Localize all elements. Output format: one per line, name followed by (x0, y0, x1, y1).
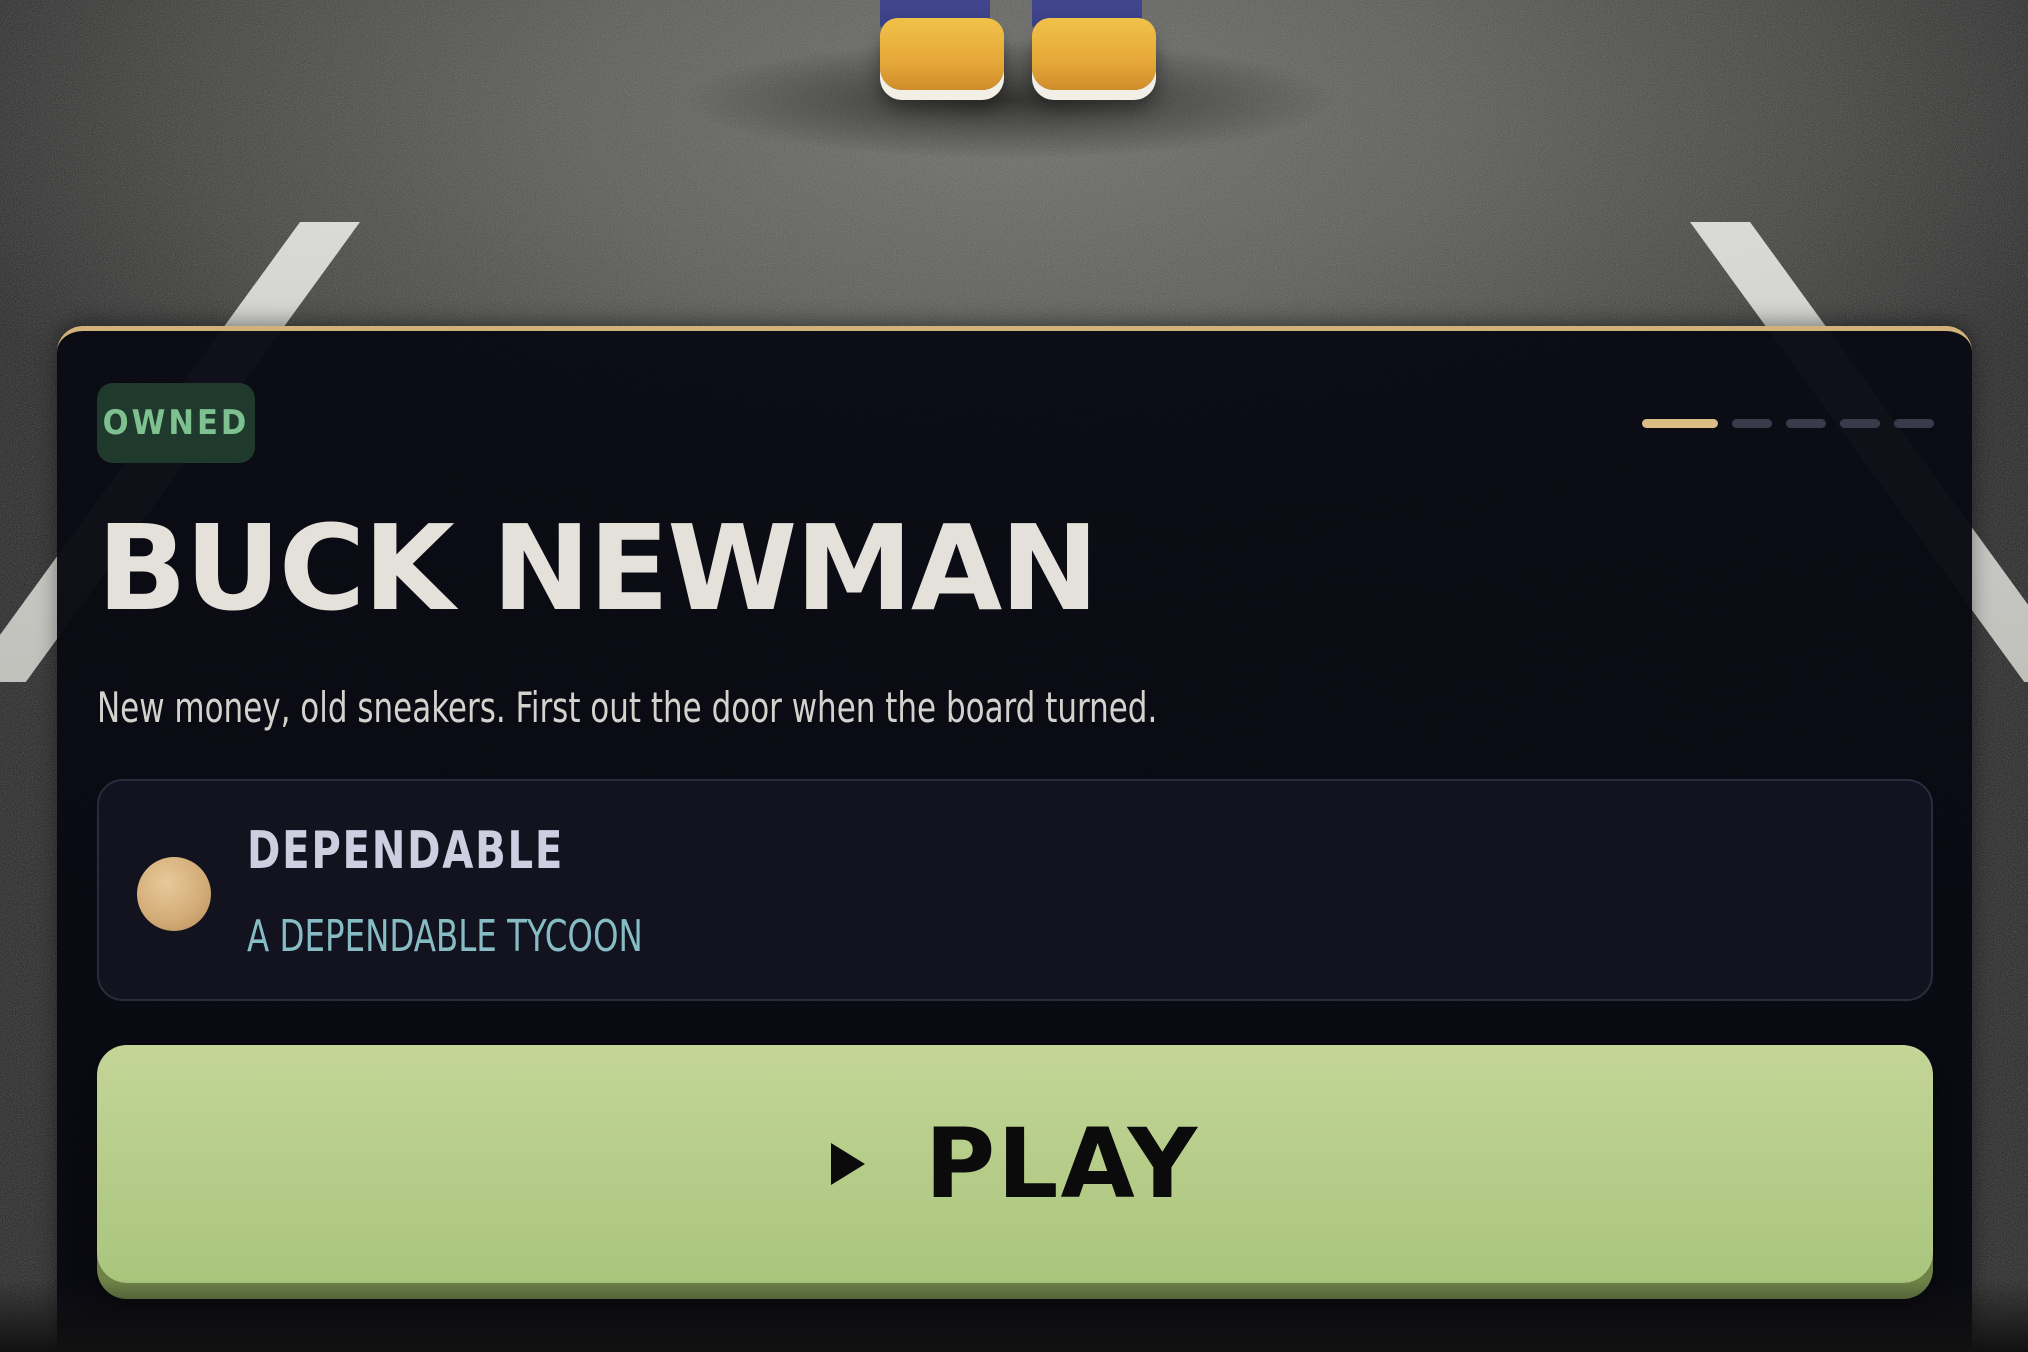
play-triangle-icon (830, 1143, 865, 1185)
character-tagline: New money, old sneakers. First out the d… (97, 683, 1158, 732)
character-sneaker-left (880, 18, 1004, 90)
character-select-card: OWNED BUCK NEWMAN New money, old sneaker… (57, 326, 1972, 1352)
pager-dot[interactable] (1840, 419, 1880, 428)
character-name: BUCK NEWMAN (97, 499, 1099, 637)
trait-title: DEPENDABLE (247, 821, 565, 881)
pager-dot-active[interactable] (1642, 419, 1718, 428)
character-model (860, 0, 1180, 140)
trait-orb-icon (137, 857, 211, 931)
bottom-fade (0, 1280, 2028, 1352)
character-pager (1642, 419, 1934, 428)
pager-dot[interactable] (1786, 419, 1826, 428)
trait-subtitle: A DEPENDABLE TYCOON (247, 911, 643, 962)
trait-panel: DEPENDABLE A DEPENDABLE TYCOON (97, 779, 1933, 1001)
pager-dot[interactable] (1732, 419, 1772, 428)
owned-badge: OWNED (97, 383, 255, 463)
character-sneaker-right (1032, 18, 1156, 90)
game-scene-background: OWNED BUCK NEWMAN New money, old sneaker… (0, 0, 2028, 1352)
pager-dot[interactable] (1894, 419, 1934, 428)
play-button[interactable]: PLAY (97, 1045, 1933, 1283)
play-button-label: PLAY (924, 1108, 1200, 1220)
